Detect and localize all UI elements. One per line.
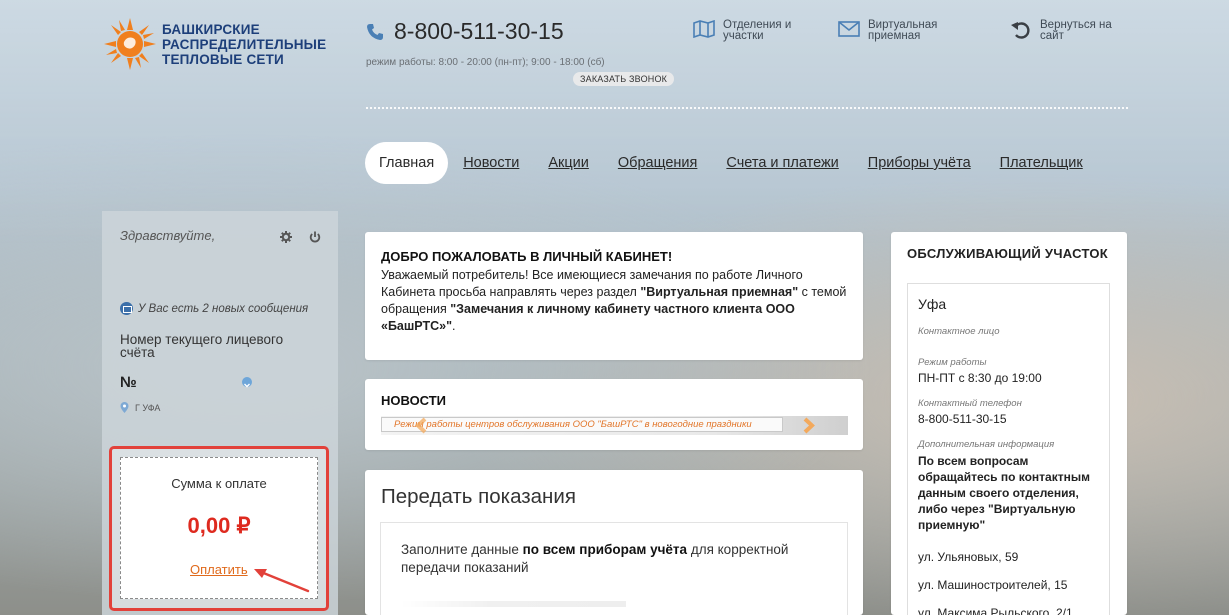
brand-line-2: РАСПРЕДЕЛИТЕЛЬНЫЕ [162,36,327,52]
news-slider: Режим работы центров обслуживания ООО "Б… [381,416,848,435]
next-arrow-icon[interactable] [800,417,816,434]
extra-info-label: Дополнительная информация [918,439,1055,450]
map-icon [693,20,715,38]
brand-logo[interactable]: БАШКИРСКИЕ РАСПРЕДЕЛИТЕЛЬНЫЕ ТЕПЛОВЫЕ СЕ… [102,16,326,72]
service-title: ОБСЛУЖИВАЮЩИЙ УЧАСТОК [907,246,1109,261]
address-item: ул. Ульяновых, 59 [918,550,1019,564]
nav-payer[interactable]: Плательщик [1000,155,1083,171]
offices-link-label: Отделения и участки [723,19,792,42]
contact-person-label: Контактное лицо [918,326,1000,337]
mail-icon [838,21,860,37]
meter-text-1: Заполните данные [401,542,523,557]
phone-number[interactable]: 8-800-511-30-15 [394,18,564,45]
work-hours-label: Режим работы [918,357,987,368]
envelope-icon [120,302,133,315]
news-card: НОВОСТИ Режим работы центров обслуживани… [365,379,863,450]
meter-text: Заполните данные по всем приборам учёта … [401,541,827,577]
gear-icon[interactable] [280,231,292,243]
brand-name: БАШКИРСКИЕ РАСПРЕДЕЛИТЕЛЬНЫЕ ТЕПЛОВЫЕ СЕ… [162,22,326,67]
back-to-site-link[interactable]: Вернуться на сайт [1010,19,1120,42]
welcome-text-bold-1: "Виртуальная приемная" [640,285,799,299]
pointer-arrow-icon [254,569,310,593]
work-hours: режим работы: 8:00 - 20:00 (пн-пт); 9:00… [366,57,605,68]
account-dropdown-icon[interactable] [242,377,252,388]
welcome-text: Уважаемый потребитель! Все имеющиеся зам… [381,267,847,335]
extra-info: По всем вопросам обращайтесь по контактн… [918,454,1090,532]
service-work-hours: ПН-ПТ с 8:30 до 19:00 [918,371,1042,385]
messages-notice[interactable]: У Вас есть 2 новых сообщения [120,302,308,315]
contact-phone-label: Контактный телефон [918,398,1022,409]
nav-news[interactable]: Новости [463,155,519,171]
meter-title: Передать показания [381,485,576,508]
service-area-card: ОБСЛУЖИВАЮЩИЙ УЧАСТОК Уфа Контактное лиц… [891,232,1127,615]
news-item-link[interactable]: Режим работы центров обслуживания ООО "Б… [381,417,783,432]
brand-line-1: БАШКИРСКИЕ [162,21,260,37]
main-nav: Главная Новости Акции Обращения Счета и … [365,140,1112,186]
phone-icon [367,23,383,40]
order-call-button[interactable]: ЗАКАЗАТЬ ЗВОНОК [573,72,675,86]
meter-text-bold: по всем приборам учёта [522,542,688,557]
service-details: Уфа Контактное лицо Режим работы ПН-ПТ с… [907,283,1110,615]
back-to-site-label: Вернуться на сайт [1040,19,1112,42]
payment-amount: 0,00 ₽ [187,513,251,538]
nav-promotions[interactable]: Акции [548,155,589,171]
service-phone: 8-800-511-30-15 [918,412,1007,426]
location-pin-icon [120,402,129,413]
sun-logo-icon [102,16,158,72]
meter-readings-card: Передать показания Заполните данные по в… [365,470,863,615]
nav-home[interactable]: Главная [365,142,449,184]
virtual-reception-label: Виртуальная приемная [868,19,938,42]
power-icon[interactable] [309,231,321,243]
brand-line-3: ТЕПЛОВЫЕ СЕТИ [162,51,284,67]
account-city: Г УФА [120,402,160,413]
address-item: ул. Машиностроителей, 15 [918,578,1068,592]
pay-link[interactable]: Оплатить [190,562,248,577]
city-label: Г УФА [135,402,161,413]
fade-divider [401,601,626,607]
nav-bills-payments[interactable]: Счета и платежи [726,155,838,171]
welcome-text-3: . [452,319,456,333]
contact-block: 8-800-511-30-15 режим работы: 8:00 - 20:… [366,18,605,68]
messages-text: У Вас есть 2 новых сообщения [138,302,309,315]
welcome-title: ДОБРО ПОЖАЛОВАТЬ В ЛИЧНЫЙ КАБИНЕТ! [381,249,673,264]
meter-info-box: Заполните данные по всем приборам учёта … [380,522,848,615]
service-city: Уфа [918,296,947,312]
account-label: Номер текущего лицевого счёта [120,332,284,360]
back-arrow-icon [1011,22,1030,39]
account-number: № [120,374,137,391]
nav-appeals[interactable]: Обращения [618,155,698,171]
prev-arrow-icon[interactable] [414,417,430,434]
payment-title: Сумма к оплате [171,476,267,491]
welcome-card: ДОБРО ПОЖАЛОВАТЬ В ЛИЧНЫЙ КАБИНЕТ! Уважа… [365,232,863,360]
nav-meters[interactable]: Приборы учёта [868,155,971,171]
news-title: НОВОСТИ [381,393,447,408]
address-item: ул. Максима Рыльского, 2/1 [918,606,1073,615]
offices-link[interactable]: Отделения и участки [693,19,815,42]
header-divider [366,107,1128,109]
virtual-reception-link[interactable]: Виртуальная приемная [838,19,960,42]
greeting: Здравствуйте, [120,228,216,243]
